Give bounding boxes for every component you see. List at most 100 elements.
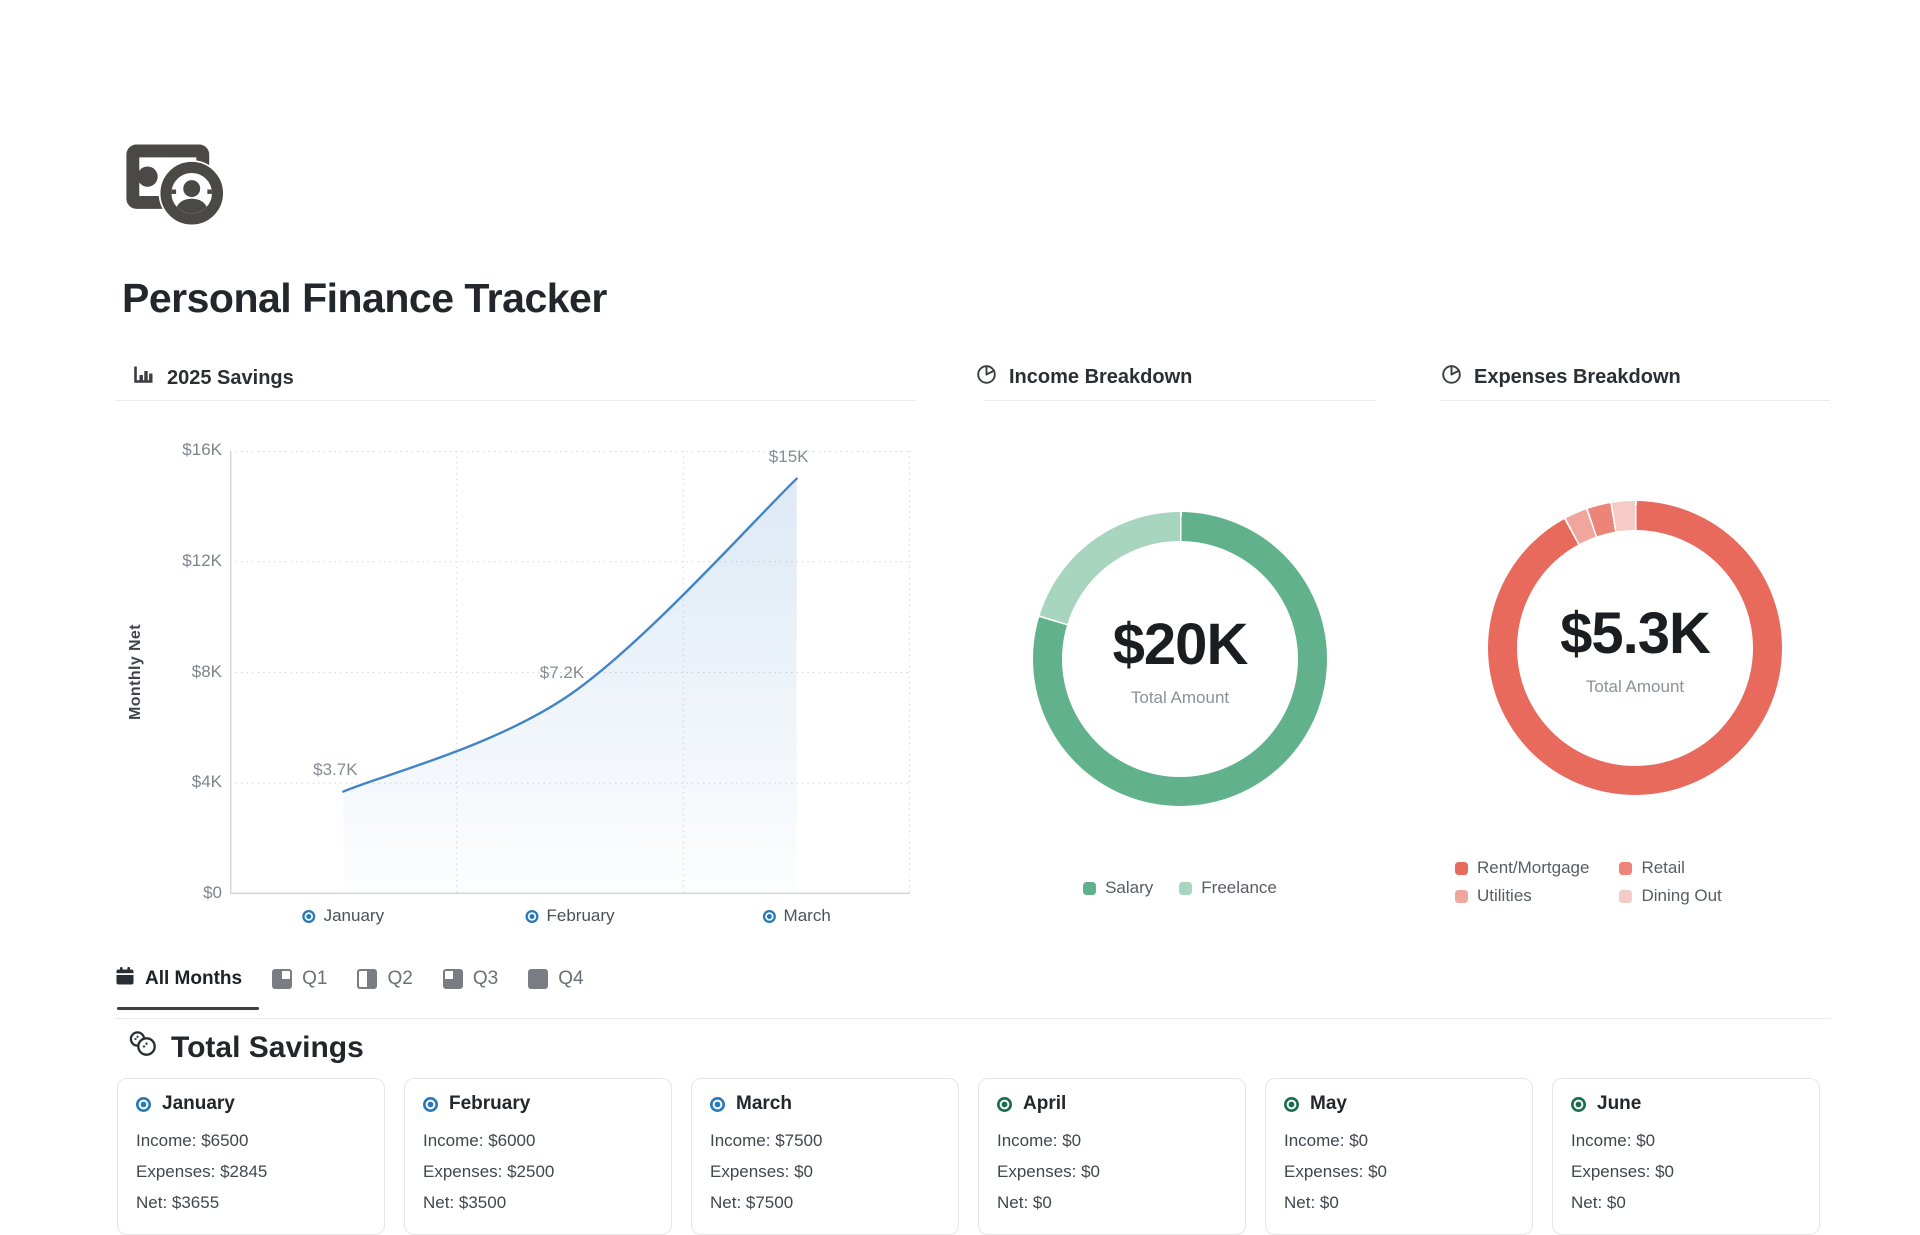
series-marker-icon <box>303 910 316 923</box>
divider <box>115 1018 1830 1019</box>
income-line: Income: $0 <box>1284 1125 1514 1156</box>
month-name: April <box>1023 1093 1066 1115</box>
month-card-may[interactable]: May Income: $0 Expenses: $0 Net: $0 <box>1265 1078 1533 1235</box>
legend-item-freelance[interactable]: Freelance <box>1179 878 1277 898</box>
expenses-line: Expenses: $0 <box>1284 1156 1514 1187</box>
line-series-area <box>343 479 796 894</box>
quarter-3-icon <box>443 969 463 989</box>
expenses-section-title: Expenses Breakdown <box>1474 366 1681 389</box>
tab-q2[interactable]: Q2 <box>357 968 412 990</box>
data-point-label: $7.2K <box>540 663 584 683</box>
net-line: Net: $3655 <box>136 1187 366 1218</box>
legend-swatch-icon <box>1083 882 1096 895</box>
month-marker-icon <box>423 1097 438 1112</box>
divider <box>1440 400 1830 401</box>
legend-item-salary[interactable]: Salary <box>1083 878 1153 898</box>
coins-icon <box>128 1030 157 1065</box>
y-axis-tick: $8K <box>130 662 222 682</box>
series-marker-icon <box>525 910 538 923</box>
app-logo-money-icon <box>125 138 229 235</box>
legend-swatch-icon <box>1619 890 1632 903</box>
savings-section-header: 2025 Savings <box>133 364 294 392</box>
savings-section-title: 2025 Savings <box>167 367 294 390</box>
x-axis-label-february: February <box>525 906 614 926</box>
total-savings-header: Total Savings <box>128 1030 364 1065</box>
net-line: Net: $0 <box>997 1187 1227 1218</box>
legend-item-dining-out[interactable]: Dining Out <box>1619 886 1721 906</box>
net-line: Net: $0 <box>1284 1187 1514 1218</box>
income-line: Income: $6000 <box>423 1125 653 1156</box>
income-section-header: Income Breakdown <box>976 364 1192 391</box>
income-line: Income: $0 <box>1571 1125 1801 1156</box>
month-name: January <box>162 1093 235 1115</box>
income-line: Income: $0 <box>997 1125 1227 1156</box>
income-total-value: $20K <box>1113 611 1248 678</box>
divider <box>985 400 1375 401</box>
tab-q3[interactable]: Q3 <box>443 968 498 990</box>
expenses-line: Expenses: $0 <box>1571 1156 1801 1187</box>
page: { "page": { "title": "Personal Finance T… <box>0 0 1920 1199</box>
month-card-january[interactable]: January Income: $6500 Expenses: $2845 Ne… <box>117 1078 385 1235</box>
expenses-line: Expenses: $0 <box>997 1156 1227 1187</box>
expenses-donut-center: $5.3K Total Amount <box>1517 530 1753 766</box>
net-line: Net: $3500 <box>423 1187 653 1218</box>
month-card-march[interactable]: March Income: $7500 Expenses: $0 Net: $7… <box>691 1078 959 1235</box>
data-point-label: $15K <box>769 447 809 467</box>
legend-swatch-icon <box>1455 890 1468 903</box>
month-card-april[interactable]: April Income: $0 Expenses: $0 Net: $0 <box>978 1078 1246 1235</box>
y-axis-tick: $0 <box>130 883 222 903</box>
legend-item-rent-mortgage[interactable]: Rent/Mortgage <box>1455 858 1589 878</box>
month-marker-icon <box>710 1097 725 1112</box>
y-axis-tick: $12K <box>130 551 222 571</box>
total-savings-title: Total Savings <box>171 1031 364 1065</box>
y-axis-tick: $4K <box>130 772 222 792</box>
expenses-donut-chart: $5.3K Total Amount <box>1488 501 1782 795</box>
month-name: June <box>1597 1093 1641 1115</box>
pie-chart-icon <box>976 364 997 391</box>
income-total-label: Total Amount <box>1131 688 1229 708</box>
page-title: Personal Finance Tracker <box>122 275 607 322</box>
income-line: Income: $6500 <box>136 1125 366 1156</box>
month-marker-icon <box>997 1097 1012 1112</box>
legend-swatch-icon <box>1179 882 1192 895</box>
calendar-icon <box>115 966 135 992</box>
x-axis-label-january: January <box>303 906 384 926</box>
month-name: March <box>736 1093 792 1115</box>
expenses-line: Expenses: $2500 <box>423 1156 653 1187</box>
quarter-1-icon <box>272 969 292 989</box>
income-legend: Salary Freelance <box>985 878 1375 898</box>
month-marker-icon <box>1284 1097 1299 1112</box>
divider <box>115 400 915 401</box>
quarter-filter-tabs: All Months Q1 Q2 Q3 Q4 <box>115 962 584 996</box>
bar-chart-icon <box>133 364 155 392</box>
line-series <box>343 479 796 792</box>
quarter-4-icon <box>528 969 548 989</box>
expenses-legend: Rent/Mortgage Utilities Retail Dining Out <box>1455 858 1722 906</box>
active-tab-underline <box>117 1007 259 1010</box>
y-axis-tick: $16K <box>130 440 222 460</box>
legend-item-utilities[interactable]: Utilities <box>1455 886 1589 906</box>
data-point-label: $3.7K <box>313 760 357 780</box>
net-line: Net: $0 <box>1571 1187 1801 1218</box>
legend-item-retail[interactable]: Retail <box>1619 858 1721 878</box>
series-marker-icon <box>763 910 776 923</box>
month-name: May <box>1310 1093 1347 1115</box>
tab-all-months[interactable]: All Months <box>115 966 242 992</box>
legend-swatch-icon <box>1619 862 1632 875</box>
expenses-total-label: Total Amount <box>1586 677 1684 697</box>
income-line: Income: $7500 <box>710 1125 940 1156</box>
month-card-june[interactable]: June Income: $0 Expenses: $0 Net: $0 <box>1552 1078 1820 1235</box>
legend-swatch-icon <box>1455 862 1468 875</box>
month-marker-icon <box>136 1097 151 1112</box>
tab-q1[interactable]: Q1 <box>272 968 327 990</box>
net-line: Net: $7500 <box>710 1187 940 1218</box>
month-name: February <box>449 1093 530 1115</box>
expenses-line: Expenses: $2845 <box>136 1156 366 1187</box>
month-card-february[interactable]: February Income: $6000 Expenses: $2500 N… <box>404 1078 672 1235</box>
pie-chart-icon <box>1441 364 1462 391</box>
expenses-total-value: $5.3K <box>1560 600 1710 667</box>
tab-q4[interactable]: Q4 <box>528 968 583 990</box>
income-donut-center: $20K Total Amount <box>1062 541 1298 777</box>
income-section-title: Income Breakdown <box>1009 366 1192 389</box>
expenses-line: Expenses: $0 <box>710 1156 940 1187</box>
